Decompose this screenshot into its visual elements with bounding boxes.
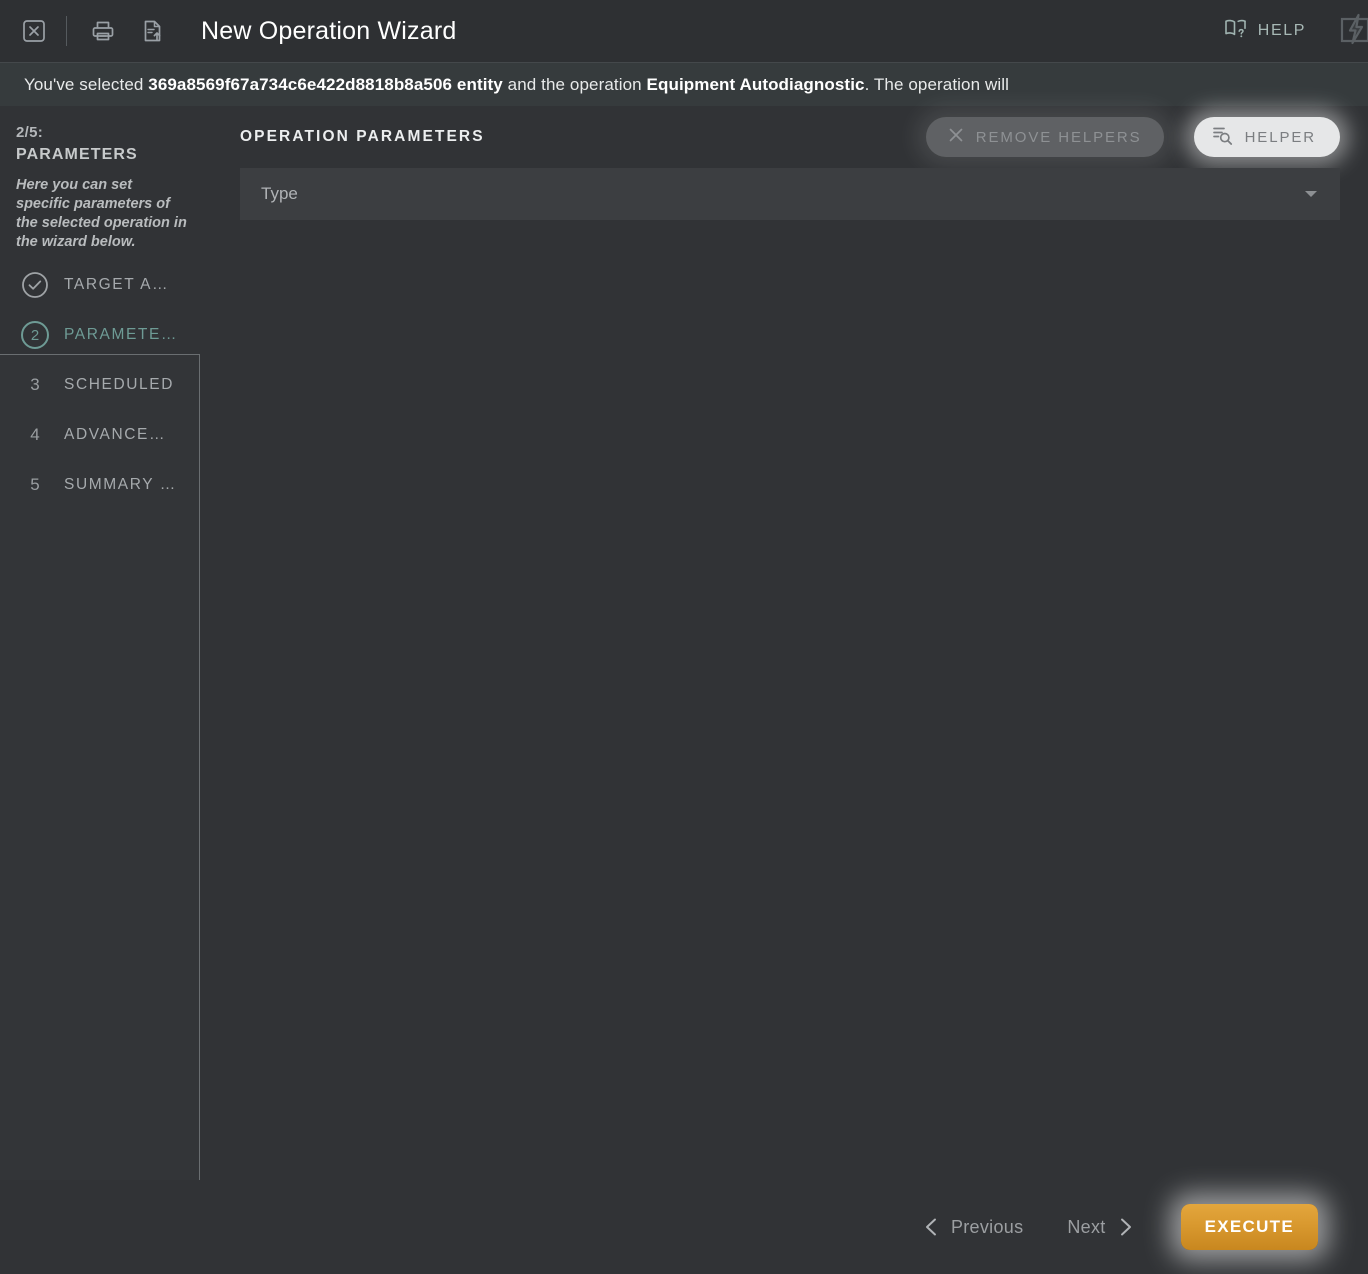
check-circle-icon [20,270,50,300]
chevron-right-icon [1119,1217,1133,1237]
sidebar-item-parameters[interactable]: 2 PARAMETE… [0,310,201,360]
step-number: 5 [30,475,40,494]
selection-banner: You've selected 369a8569f67a734c6e422d88… [0,62,1368,106]
help-button[interactable]: HELP [1223,16,1306,46]
parameters-area: Type [201,168,1368,220]
sidebar-item-label: ADVANCE… [64,426,167,443]
wizard-step-list: TARGET A… 2 PARAMETE… 3 SCHEDULED 4 ADVA… [0,260,201,510]
print-icon[interactable] [81,9,125,53]
step-number: 4 [30,425,40,444]
sidebar-item-summary[interactable]: 5 SUMMARY … [0,460,201,510]
chevron-left-icon [924,1217,938,1237]
step-number: 3 [30,375,40,394]
remove-helpers-label: REMOVE HELPERS [975,128,1142,146]
type-dropdown[interactable]: Type [240,168,1340,220]
banner-prefix: You've selected [24,74,149,94]
wizard-window: New Operation Wizard HELP You've selecte… [0,0,1368,1274]
sidebar-item-label: SUMMARY … [64,476,177,493]
banner-middle: and the operation [502,74,647,94]
banner-suffix: . The operation will [864,74,1009,94]
sidebar-item-target-area[interactable]: TARGET A… [0,260,201,310]
wizard-sidebar: 2/5: PARAMETERS Here you can set specifi… [0,106,201,1180]
content-header: OPERATION PARAMETERS REMOVE HELPERS HELP… [201,106,1368,168]
toolbar-divider [66,16,67,46]
next-label: Next [1067,1216,1106,1237]
export-document-icon[interactable] [131,9,175,53]
step-number-circle-icon: 2 [20,320,50,350]
wizard-content: OPERATION PARAMETERS REMOVE HELPERS HELP… [201,106,1368,1180]
title-bar: New Operation Wizard HELP [0,0,1368,62]
chevron-down-icon[interactable] [1305,191,1317,197]
wizard-footer: Previous Next EXECUTE [0,1180,1368,1274]
sidebar-step-counter: 2/5: [16,124,44,141]
help-label: HELP [1257,22,1306,39]
banner-operation: Equipment Autodiagnostic [646,74,865,94]
sidebar-item-label: SCHEDULED [64,376,175,393]
type-dropdown-label: Type [261,184,298,203]
helper-button[interactable]: HELPER [1193,117,1340,157]
execute-button[interactable]: EXECUTE [1180,1204,1318,1250]
step-number: 2 [21,321,49,349]
banner-entity-id: 369a8569f67a734c6e422d8818b8a506 entity [148,74,503,94]
close-x-icon [948,127,964,147]
book-question-icon [1223,16,1248,46]
sidebar-item-advanced[interactable]: 4 ADVANCE… [0,410,201,460]
previous-label: Previous [950,1216,1024,1237]
selection-banner-text: You've selected 369a8569f67a734c6e422d88… [24,75,1009,95]
helper-label: HELPER [1244,128,1316,146]
close-icon[interactable] [12,9,56,53]
sidebar-description: Here you can set specific parameters of … [16,177,187,248]
remove-helpers-button[interactable]: REMOVE HELPERS [925,117,1164,157]
previous-button[interactable]: Previous [916,1211,1031,1244]
next-button[interactable]: Next [1059,1211,1140,1244]
sidebar-header: 2/5: PARAMETERS [0,106,201,166]
sidebar-item-label: PARAMETE… [64,326,179,343]
page-title: New Operation Wizard [201,16,457,45]
manage-search-icon [1212,125,1233,150]
sidebar-step-name: PARAMETERS [16,146,138,163]
section-title: OPERATION PARAMETERS [240,128,485,145]
flash-panel-icon[interactable] [1328,3,1368,59]
sidebar-item-scheduled[interactable]: 3 SCHEDULED [0,360,201,410]
sidebar-item-label: TARGET A… [64,276,170,293]
